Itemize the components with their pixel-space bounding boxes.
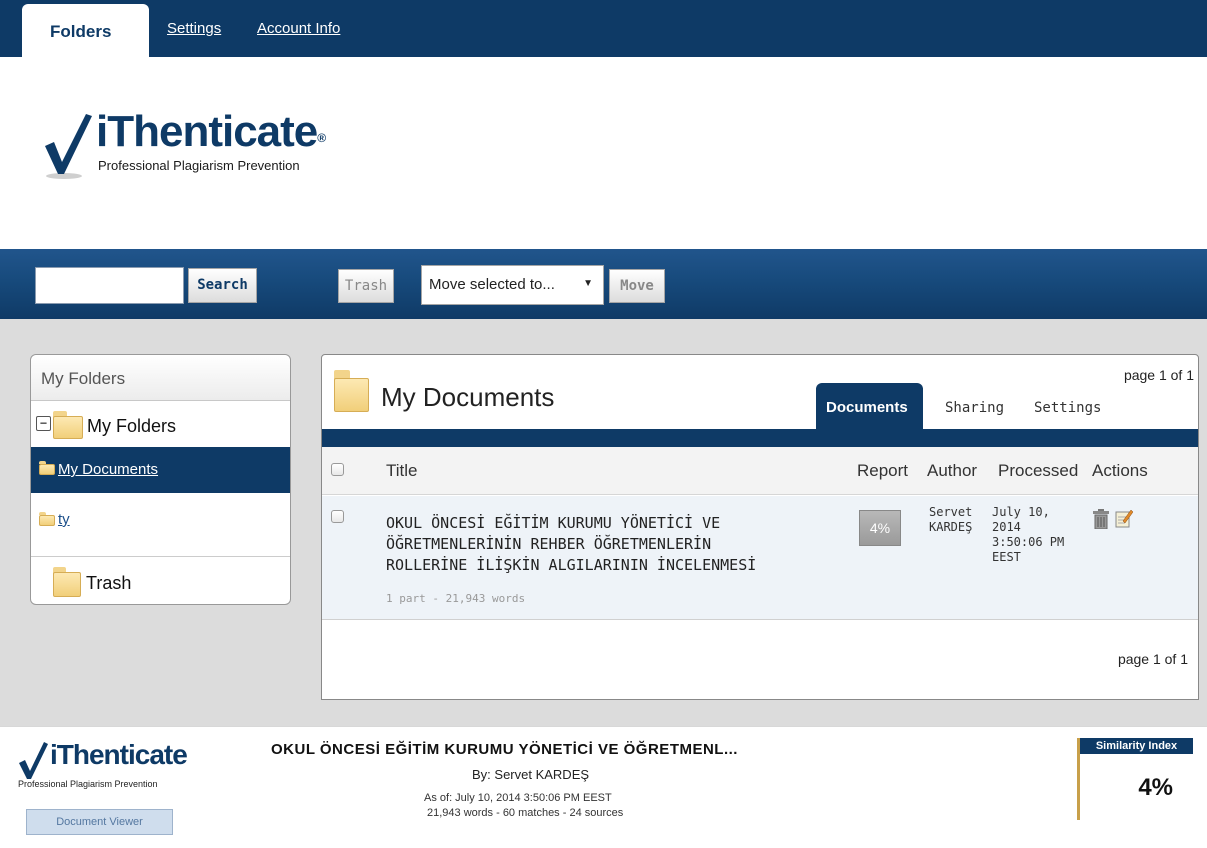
table-header: Title Report Author Processed Actions <box>322 447 1198 495</box>
column-header-report[interactable]: Report <box>857 461 908 481</box>
folder-icon <box>53 411 83 439</box>
tree-item-ty[interactable]: ty <box>31 503 290 543</box>
folder-icon <box>334 370 369 412</box>
tab-settings[interactable]: Settings <box>167 20 221 37</box>
row-checkbox[interactable] <box>331 510 344 523</box>
trash-button[interactable]: Trash <box>338 269 394 303</box>
pager-top: page 1 of 1 <box>1123 367 1194 383</box>
documents-panel: My Documents page 1 of 1 Documents Shari… <box>321 354 1199 700</box>
author-first-name: Servet <box>929 505 973 519</box>
search-input[interactable] <box>35 267 184 304</box>
checkmark-icon <box>45 114 92 179</box>
document-viewer-button[interactable]: Document Viewer <box>26 809 173 835</box>
document-author: Servet KARDEŞ <box>929 505 972 535</box>
edit-icon[interactable] <box>1115 508 1133 528</box>
document-viewer-strip: iThenticate Professional Plagiarism Prev… <box>0 726 1207 848</box>
document-processed-date: July 10, 2014 3:50:06 PM EEST <box>992 505 1064 565</box>
move-button[interactable]: Move <box>609 269 665 303</box>
tree-root-my-folders[interactable]: − My Folders <box>31 405 290 445</box>
move-select[interactable]: Move selected to... ▼ <box>421 265 604 305</box>
tab-sharing[interactable]: Sharing <box>945 400 1004 416</box>
search-button[interactable]: Search <box>188 268 257 303</box>
tree-root-label: My Folders <box>87 416 177 436</box>
column-header-author[interactable]: Author <box>927 461 977 481</box>
tree-item-ty-label[interactable]: ty <box>58 511 70 528</box>
column-header-processed[interactable]: Processed <box>998 461 1078 481</box>
table-row: OKUL ÖNCESİ EĞİTİM KURUMU YÖNETİCİ VE ÖĞ… <box>322 496 1198 620</box>
toolbar: Search Trash Move selected to... ▼ Move <box>0 249 1207 319</box>
logo-tagline: Professional Plagiarism Prevention <box>98 158 300 173</box>
viewer-author: By: Servet KARDEŞ <box>472 767 590 782</box>
top-nav: Folders Settings Account Info <box>0 0 1207 57</box>
processed-line-2: 2014 <box>992 520 1021 534</box>
similarity-index-box[interactable]: Similarity Index 4% <box>1077 738 1193 820</box>
processed-line-4: EEST <box>992 550 1021 564</box>
column-header-title[interactable]: Title <box>386 461 418 481</box>
folder-tree-header: My Folders <box>31 355 290 401</box>
author-last-name: KARDEŞ <box>929 520 973 534</box>
similarity-index-label: Similarity Index <box>1080 738 1193 754</box>
viewer-logo: iThenticate Professional Plagiarism Prev… <box>18 735 248 801</box>
column-header-actions: Actions <box>1092 461 1148 480</box>
open-folder-icon <box>39 512 55 526</box>
dropdown-arrow-icon: ▼ <box>583 278 593 289</box>
logo-brand-text: iThenticate <box>96 107 318 156</box>
pager-bottom: page 1 of 1 <box>1117 651 1188 667</box>
select-all-checkbox[interactable] <box>331 463 344 476</box>
tree-item-my-documents-label[interactable]: My Documents <box>58 461 158 478</box>
document-meta: 1 part - 21,943 words <box>386 592 526 605</box>
page-title: My Documents <box>381 382 555 412</box>
move-select-value: Move selected to... <box>429 276 555 293</box>
trash-folder-icon <box>53 567 81 597</box>
tab-folders[interactable]: Folders <box>22 4 149 57</box>
logo-brand: iThenticate® <box>96 107 326 156</box>
viewer-document-title: OKUL ÖNCESİ EĞİTİM KURUMU YÖNETİCİ VE ÖĞ… <box>271 741 738 758</box>
ithenticate-logo: iThenticate® Professional Plagiarism Pre… <box>42 108 342 188</box>
collapse-toggle-icon[interactable]: − <box>36 416 51 431</box>
tab-documents-label: Documents <box>826 399 908 416</box>
logo-reg-mark: ® <box>317 131 326 145</box>
viewer-brand: iThenticate <box>50 739 188 770</box>
tree-item-my-documents[interactable]: My Documents <box>31 447 290 493</box>
similarity-report-button[interactable]: 4% <box>859 510 901 546</box>
tab-bar <box>322 429 1198 447</box>
similarity-index-value: 4% <box>1138 774 1173 801</box>
tree-item-trash-label: Trash <box>86 573 132 593</box>
tab-account-info[interactable]: Account Info <box>257 20 340 37</box>
viewer-tagline: Professional Plagiarism Prevention <box>18 779 158 789</box>
folder-tree-header-label: My Folders <box>41 369 126 388</box>
delete-icon[interactable] <box>1093 509 1109 529</box>
checkmark-icon <box>19 742 48 779</box>
processed-line-3: 3:50:06 PM <box>992 535 1065 549</box>
tree-item-trash[interactable]: Trash <box>31 556 290 604</box>
tab-doc-settings[interactable]: Settings <box>1034 400 1101 416</box>
document-title-link[interactable]: OKUL ÖNCESİ EĞİTİM KURUMU YÖNETİCİ VE ÖĞ… <box>386 513 796 576</box>
processed-line-1: July 10, <box>992 505 1050 519</box>
viewer-date: As of: July 10, 2014 3:50:06 PM EEST <box>424 792 612 804</box>
tab-documents[interactable]: Documents <box>816 383 923 433</box>
open-folder-icon <box>39 461 55 475</box>
tab-folders-label: Folders <box>50 22 112 41</box>
viewer-stats: 21,943 words - 60 matches - 24 sources <box>427 807 624 819</box>
folder-tree: My Folders − My Folders My Documents ty … <box>30 354 291 605</box>
